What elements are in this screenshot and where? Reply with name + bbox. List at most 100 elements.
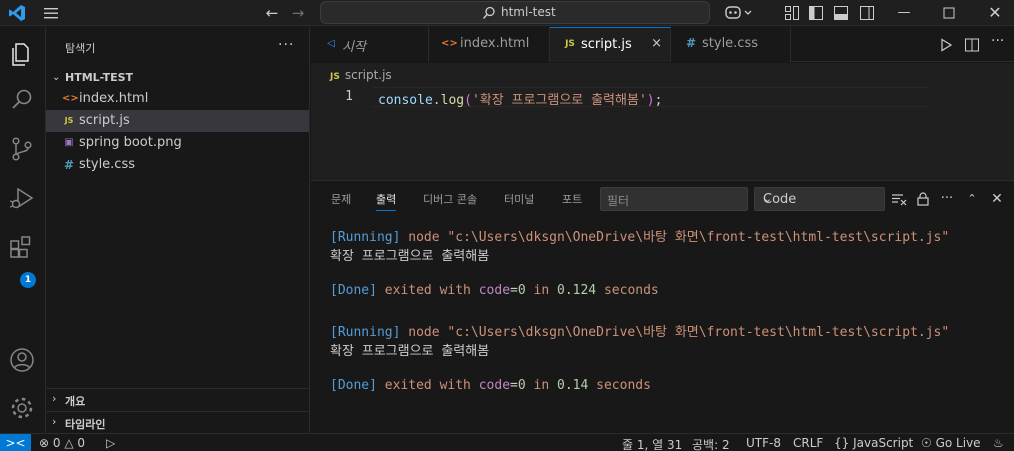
file-item[interactable]: # style.css bbox=[46, 154, 309, 176]
file-item-selected[interactable]: JS script.js bbox=[46, 110, 309, 132]
maximize-icon[interactable] bbox=[942, 6, 956, 20]
file-item[interactable]: ▣ spring boot.png bbox=[46, 132, 309, 154]
clear-output-icon[interactable] bbox=[891, 191, 907, 207]
forward-arrow-icon[interactable]: → bbox=[288, 3, 308, 23]
output-filter-input[interactable]: 필터 bbox=[600, 187, 748, 211]
more-actions-icon[interactable]: ··· bbox=[939, 191, 955, 207]
code-line[interactable]: 1 console.log('확장 프로그램으로 출력해봄'); bbox=[311, 87, 1014, 108]
tab-terminal[interactable]: 터미널 bbox=[504, 191, 534, 207]
tab-problems[interactable]: 문제 bbox=[331, 191, 351, 207]
more-actions-icon[interactable]: ··· bbox=[991, 33, 1007, 49]
section-label: 타임라인 bbox=[65, 418, 106, 431]
toggle-secondary-sidebar-icon[interactable] bbox=[859, 5, 875, 21]
error-icon: ⊗ bbox=[39, 436, 50, 450]
eol-status[interactable]: CRLF bbox=[793, 436, 823, 450]
tab-label: 시작 bbox=[342, 40, 366, 55]
tab-output[interactable]: 출력 bbox=[376, 191, 397, 211]
split-editor-icon[interactable] bbox=[964, 37, 980, 53]
editor-tabs: ◁ 시작 <> index.html JS script.js × # styl… bbox=[311, 27, 1014, 62]
search-icon[interactable] bbox=[7, 85, 37, 115]
vscode-logo-icon bbox=[9, 5, 25, 21]
indentation-status[interactable]: 공백: 2 bbox=[692, 436, 730, 451]
section-label: 개요 bbox=[65, 395, 86, 408]
broadcast-icon: ☉ bbox=[921, 436, 932, 450]
outline-section[interactable]: › 개요 bbox=[46, 388, 309, 410]
tab-label: index.html bbox=[460, 36, 530, 51]
error-count: 0 bbox=[52, 436, 61, 450]
lock-scroll-icon[interactable] bbox=[915, 191, 931, 207]
file-item[interactable]: <> index.html bbox=[46, 88, 309, 110]
extensions-icon[interactable] bbox=[7, 232, 37, 262]
menu-icon[interactable] bbox=[42, 4, 60, 22]
remote-indicator-icon[interactable]: >< bbox=[0, 434, 31, 451]
timeline-section[interactable]: › 타임라인 bbox=[46, 411, 309, 433]
go-live-button[interactable]: ☉ Go Live bbox=[921, 436, 981, 450]
title-bar: ← → html-test — ✕ bbox=[0, 0, 1014, 26]
chevron-down-icon: ⌄ bbox=[52, 72, 61, 83]
workspace-folder[interactable]: ⌄ HTML-TEST bbox=[46, 67, 309, 89]
code-editor[interactable]: JS script.js 1 console.log('확장 프로그램으로 출력해… bbox=[311, 63, 1014, 180]
js-file-icon: JS bbox=[565, 39, 575, 49]
go-live-label: Go Live bbox=[935, 436, 981, 450]
toggle-panel-icon[interactable] bbox=[833, 5, 849, 21]
back-arrow-icon[interactable]: ← bbox=[262, 3, 282, 23]
output-line: [Done] exited with code=0 in 0.14 second… bbox=[330, 378, 651, 393]
tab-index-html[interactable]: <> index.html bbox=[429, 27, 550, 62]
status-bar: >< ⊗ 0 △ 0 ▷ 줄 1, 열 31 공백: 2 UTF-8 CRLF … bbox=[0, 433, 1014, 451]
search-icon bbox=[482, 6, 495, 19]
notifications-bell-icon[interactable]: ♨ bbox=[993, 436, 1004, 450]
warning-icon: △ bbox=[64, 436, 74, 450]
close-tab-icon[interactable]: × bbox=[651, 36, 662, 51]
output-line: [Running] node "c:\Users\dksgn\OneDrive\… bbox=[330, 325, 950, 340]
source-control-icon[interactable] bbox=[7, 134, 37, 164]
manage-gear-icon[interactable] bbox=[7, 393, 37, 423]
problems-status[interactable]: ⊗ 0 △ 0 bbox=[39, 436, 85, 450]
file-name: index.html bbox=[79, 91, 149, 106]
close-panel-icon[interactable]: ✕ bbox=[989, 191, 1005, 207]
run-debug-icon[interactable] bbox=[7, 183, 37, 213]
language-mode[interactable]: {} JavaScript bbox=[834, 436, 913, 450]
line-number: 1 bbox=[345, 89, 353, 104]
maximize-panel-icon[interactable]: ⌃ bbox=[964, 191, 980, 207]
more-actions-icon[interactable]: ··· bbox=[278, 37, 294, 53]
encoding-status[interactable]: UTF-8 bbox=[746, 436, 781, 450]
close-window-icon[interactable]: ✕ bbox=[985, 3, 1005, 23]
tab-ports[interactable]: 포트 bbox=[562, 191, 582, 207]
folder-label: HTML-TEST bbox=[65, 71, 134, 84]
chevron-right-icon: › bbox=[52, 392, 57, 405]
warning-count: 0 bbox=[77, 436, 86, 450]
output-line: 확장 프로그램으로 출력해봄 bbox=[330, 344, 490, 359]
css-file-icon: # bbox=[63, 158, 75, 172]
tab-script-js[interactable]: JS script.js × bbox=[550, 27, 671, 62]
output-channel-select[interactable]: Code ⌄ bbox=[754, 187, 885, 211]
account-icon[interactable] bbox=[7, 345, 37, 375]
css-file-icon: # bbox=[685, 36, 697, 50]
file-name: style.css bbox=[79, 157, 135, 172]
run-play-icon[interactable] bbox=[938, 37, 954, 53]
cursor-position[interactable]: 줄 1, 열 31 bbox=[622, 436, 682, 451]
copilot-icon[interactable] bbox=[724, 4, 754, 22]
explorer-icon[interactable] bbox=[7, 39, 37, 69]
output-line: 확장 프로그램으로 출력해봄 bbox=[330, 249, 490, 264]
tab-style-css[interactable]: # style.css bbox=[671, 27, 791, 62]
html-file-icon: <> bbox=[62, 93, 79, 104]
file-name: spring boot.png bbox=[79, 135, 182, 150]
tab-debug-console[interactable]: 디버그 콘솔 bbox=[423, 191, 477, 207]
language-label: JavaScript bbox=[853, 436, 914, 450]
activity-bar: 1 bbox=[0, 27, 46, 433]
customize-layout-icon[interactable] bbox=[784, 5, 800, 21]
minimize-icon[interactable]: — bbox=[894, 3, 914, 23]
toggle-primary-sidebar-icon[interactable] bbox=[808, 5, 824, 21]
braces-icon: {} bbox=[834, 436, 850, 450]
extensions-badge: 1 bbox=[20, 272, 36, 288]
chevron-right-icon: › bbox=[52, 415, 57, 428]
chevron-down-icon: ⌄ bbox=[763, 192, 773, 205]
tab-welcome[interactable]: ◁ 시작 bbox=[311, 27, 429, 62]
command-center-search[interactable]: html-test bbox=[320, 1, 710, 24]
command-center-label: html-test bbox=[501, 5, 556, 19]
debug-icon[interactable]: ▷ bbox=[106, 436, 115, 450]
breadcrumb[interactable]: JS script.js bbox=[330, 68, 392, 82]
code-text: console.log('확장 프로그램으로 출력해봄'); bbox=[378, 93, 663, 108]
image-file-icon: ▣ bbox=[64, 137, 74, 148]
file-name: script.js bbox=[79, 113, 130, 128]
